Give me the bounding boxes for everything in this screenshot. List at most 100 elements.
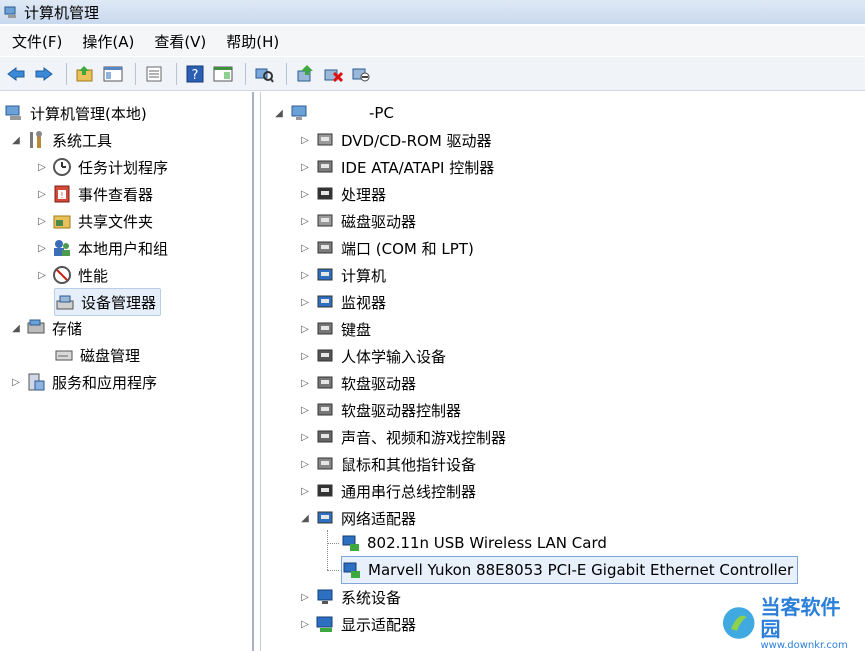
expand-arrow-icon[interactable]: ▷ [36, 270, 48, 281]
action-pane-button[interactable] [211, 62, 235, 86]
computer-name: -PC [369, 104, 394, 122]
tree-item-disk-management[interactable]: 磁盘管理 [54, 342, 140, 368]
expand-arrow-icon[interactable]: ▷ [10, 377, 22, 388]
menu-help[interactable]: 帮助(H) [226, 31, 279, 52]
expand-arrow-icon[interactable]: ▷ [299, 486, 311, 497]
usb-icon [317, 484, 333, 497]
update-driver-icon [297, 64, 313, 81]
shared-folder-icon [53, 215, 71, 229]
update-driver-button[interactable] [293, 62, 317, 86]
scan-hardware-button[interactable] [252, 62, 276, 86]
expand-arrow-icon[interactable]: ▷ [36, 162, 48, 173]
up-level-button[interactable] [73, 62, 97, 86]
disable-button[interactable] [349, 62, 373, 86]
hid-icon [317, 349, 333, 362]
tree-item-task-scheduler[interactable]: ▷ 任务计划程序 [36, 154, 168, 180]
network-adapter-icon [342, 535, 359, 551]
expand-arrow-icon[interactable]: ▷ [299, 270, 311, 281]
tree-item-label: 设备管理器 [81, 293, 157, 312]
expand-arrow-icon[interactable]: ▷ [299, 432, 311, 443]
expand-arrow-icon[interactable]: ▷ [299, 592, 311, 603]
device-category[interactable]: ▷ 通用串行总线控制器 [299, 478, 476, 504]
expand-arrow-icon[interactable]: ▷ [299, 297, 311, 308]
network-adapter-wifi[interactable]: 802.11n USB Wireless LAN Card [341, 530, 607, 556]
tree-item-label: 磁盘管理 [80, 346, 141, 365]
forward-button[interactable] [32, 62, 56, 86]
expand-arrow-icon[interactable]: ▷ [36, 189, 48, 200]
processor-icon [317, 187, 333, 200]
device-label: 端口 (COM 和 LPT) [341, 239, 474, 258]
back-button[interactable] [4, 62, 28, 86]
network-adapter-ethernet[interactable]: Marvell Yukon 88E8053 PCI-E Gigabit Ethe… [341, 556, 799, 584]
tree-item-system-tools[interactable]: ◢ 系统工具 [10, 127, 112, 153]
toolbar-separator [286, 62, 287, 85]
tree-item-local-users[interactable]: ▷ 本地用户和组 [36, 235, 168, 261]
device-category[interactable]: ▷ 磁盘驱动器 [299, 208, 416, 234]
tree-item-event-viewer[interactable]: ▷ ! 事件查看器 [36, 181, 153, 207]
show-hide-tree-button[interactable] [101, 62, 125, 86]
menu-view[interactable]: 查看(V) [154, 31, 206, 52]
device-category[interactable]: ▷ 软盘驱动器 [299, 370, 416, 396]
device-category-display[interactable]: ▷ 显示适配器 [299, 611, 416, 637]
tree-connector [327, 543, 339, 544]
expand-arrow-icon[interactable]: ▷ [36, 243, 48, 254]
expand-arrow-icon[interactable]: ▷ [299, 189, 311, 200]
expand-arrow-icon[interactable]: ▷ [299, 405, 311, 416]
computer-icon [291, 105, 307, 120]
menu-file[interactable]: 文件(F) [12, 31, 62, 52]
collapse-arrow-icon[interactable]: ◢ [299, 513, 311, 524]
device-label: DVD/CD-ROM 驱动器 [341, 131, 492, 150]
expand-arrow-icon[interactable]: ▷ [299, 162, 311, 173]
services-icon [28, 373, 45, 391]
tree-item-device-manager[interactable]: 设备管理器 [54, 288, 162, 316]
device-category[interactable]: ▷ 键盘 [299, 316, 371, 342]
device-category[interactable]: ▷ 端口 (COM 和 LPT) [299, 235, 474, 261]
help-button[interactable]: ? [183, 62, 207, 86]
watermark-title: 当客软件园 [760, 594, 841, 641]
expand-arrow-icon[interactable]: ▷ [36, 216, 48, 227]
collapse-arrow-icon[interactable]: ◢ [10, 323, 22, 334]
tree-item-services-apps[interactable]: ▷ 服务和应用程序 [10, 369, 157, 395]
device-category[interactable]: ▷ 鼠标和其他指针设备 [299, 451, 476, 477]
event-viewer-icon: ! [54, 185, 70, 203]
expand-arrow-icon[interactable]: ▷ [299, 378, 311, 389]
port-icon [317, 241, 333, 254]
uninstall-button[interactable] [321, 62, 345, 86]
device-label: 802.11n USB Wireless LAN Card [367, 534, 607, 552]
svg-text:!: ! [60, 191, 63, 200]
tree-item-shared-folders[interactable]: ▷ 共享文件夹 [36, 208, 153, 234]
expand-arrow-icon[interactable]: ▷ [299, 619, 311, 630]
device-category[interactable]: ▷ 处理器 [299, 181, 386, 207]
device-category-system[interactable]: ▷ 系统设备 [299, 584, 401, 610]
device-category[interactable]: ▷ 人体学输入设备 [299, 343, 446, 369]
monitor-icon [317, 295, 333, 308]
device-label: Marvell Yukon 88E8053 PCI-E Gigabit Ethe… [368, 561, 794, 579]
expand-arrow-icon[interactable]: ▷ [299, 351, 311, 362]
device-manager-icon [56, 295, 74, 310]
device-category[interactable]: ▷ DVD/CD-ROM 驱动器 [299, 127, 492, 153]
device-category[interactable]: ▷ 计算机 [299, 262, 386, 288]
mouse-icon [317, 457, 333, 470]
tree-item-storage[interactable]: ◢ 存储 [10, 315, 82, 341]
expand-arrow-icon[interactable]: ▷ [299, 243, 311, 254]
performance-icon [53, 266, 71, 284]
expand-arrow-icon[interactable]: ▷ [299, 135, 311, 146]
device-root[interactable]: ◢ -PC [273, 100, 394, 126]
expand-arrow-icon[interactable]: ▷ [299, 459, 311, 470]
expand-arrow-icon[interactable]: ▷ [299, 216, 311, 227]
device-category[interactable]: ▷ 软盘驱动器控制器 [299, 397, 461, 423]
tree-item-root[interactable]: 计算机管理(本地) [4, 100, 147, 126]
device-label: 显示适配器 [341, 615, 417, 634]
tree-item-performance[interactable]: ▷ 性能 [36, 262, 108, 288]
expand-arrow-icon[interactable]: ▷ [299, 324, 311, 335]
collapse-arrow-icon[interactable]: ◢ [273, 108, 285, 119]
console-tree-pane: 计算机管理(本地) ◢ 系统工具 ▷ 任务计划程序 ▷ ! 事件查看器 ▷ 共享… [0, 92, 254, 651]
device-category[interactable]: ◢ 网络适配器 [299, 505, 416, 531]
device-category[interactable]: ▷ 声音、视频和游戏控制器 [299, 424, 506, 450]
menu-action[interactable]: 操作(A) [82, 31, 134, 52]
device-category[interactable]: ▷ 监视器 [299, 289, 386, 315]
properties-button[interactable] [142, 62, 166, 86]
collapse-arrow-icon[interactable]: ◢ [10, 135, 22, 146]
toolbar-separator [176, 62, 177, 85]
device-category[interactable]: ▷ IDE ATA/ATAPI 控制器 [299, 154, 494, 180]
